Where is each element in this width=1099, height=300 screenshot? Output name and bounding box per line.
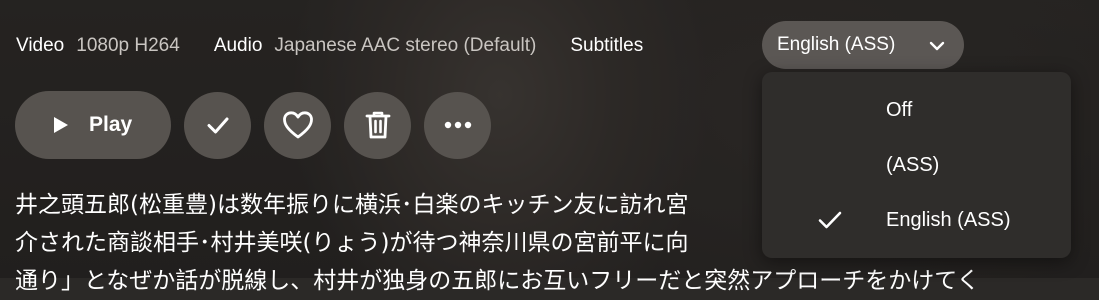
- audio-value: Japanese AAC stereo (Default): [274, 35, 537, 56]
- subtitle-option-ass[interactable]: (ASS): [762, 137, 1071, 193]
- heart-icon: [282, 111, 313, 139]
- mark-played-button[interactable]: [184, 91, 251, 159]
- play-label: Play: [89, 113, 133, 136]
- option-label: (ASS): [886, 153, 940, 176]
- subtitles-select[interactable]: English (ASS): [762, 21, 964, 69]
- option-label: Off: [886, 98, 913, 121]
- video-label: Video: [16, 35, 65, 56]
- delete-button[interactable]: [344, 91, 411, 159]
- subtitles-label: Subtitles: [570, 35, 644, 56]
- audio-label: Audio: [213, 35, 263, 56]
- subtitles-selected-value: English (ASS): [777, 34, 896, 55]
- subtitles-menu: Off (ASS) English (ASS): [762, 72, 1071, 258]
- chevron-down-icon: [929, 41, 945, 51]
- action-row: Play: [15, 91, 504, 159]
- media-info-row: Video 1080p H264 Audio Japanese AAC ster…: [16, 34, 655, 58]
- check-icon: [207, 117, 228, 134]
- video-value: 1080p H264: [76, 35, 180, 56]
- subtitle-option-off[interactable]: Off: [762, 82, 1071, 138]
- play-button[interactable]: Play: [15, 91, 171, 159]
- trash-icon: [365, 111, 390, 139]
- option-label: English (ASS): [886, 208, 1011, 231]
- check-icon: [818, 211, 842, 229]
- subtitle-option-english-ass[interactable]: English (ASS): [762, 192, 1071, 248]
- more-icon: [444, 121, 471, 129]
- overview-line: 通り」となぜか話が脱線し、村井が独身の五郎にお互いフリーだと突然アプローチをかけ…: [15, 268, 980, 294]
- play-icon: [54, 117, 68, 133]
- more-options-button[interactable]: [424, 91, 491, 159]
- favorite-button[interactable]: [264, 91, 331, 159]
